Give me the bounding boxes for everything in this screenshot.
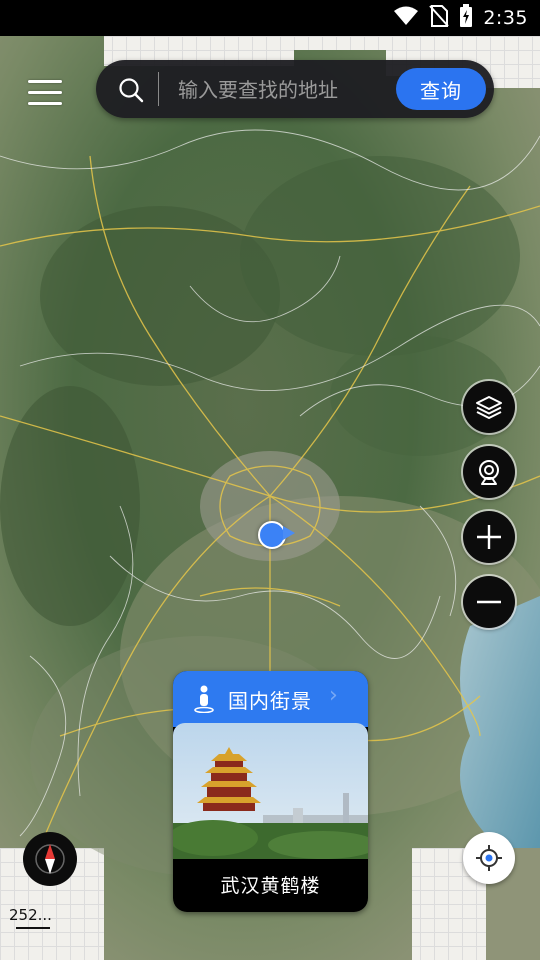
street-view-button[interactable] — [463, 446, 515, 498]
location-direction-icon — [283, 526, 295, 540]
current-location-marker — [258, 521, 286, 549]
street-view-card-header[interactable]: 国内街景 › — [173, 671, 368, 727]
wifi-icon — [393, 6, 419, 30]
locate-button[interactable] — [463, 832, 515, 884]
status-time: 2:35 — [483, 7, 528, 29]
menu-icon-line — [28, 102, 62, 105]
zoom-out-icon — [477, 600, 501, 604]
status-icons: 2:35 — [393, 4, 528, 32]
search-divider — [158, 72, 159, 106]
scale-label: 252... — [9, 906, 52, 924]
no-sim-icon — [429, 5, 450, 31]
street-view-card-title: 国内街景 — [228, 689, 312, 713]
menu-button[interactable] — [28, 80, 68, 108]
street-view-photo — [173, 723, 368, 859]
menu-icon-line — [28, 80, 62, 83]
status-bar: 2:35 — [0, 0, 540, 36]
zoom-in-icon — [477, 525, 501, 549]
menu-icon-line — [28, 91, 62, 94]
zoom-in-button[interactable] — [463, 511, 515, 563]
battery-charging-icon — [459, 4, 473, 32]
street-view-camera-icon — [479, 460, 499, 485]
layers-button[interactable] — [463, 381, 515, 433]
person-icon — [194, 685, 214, 713]
scale-bar — [16, 927, 50, 929]
chevron-right-icon: › — [329, 683, 338, 708]
search-input[interactable] — [176, 74, 380, 106]
query-button[interactable]: 查询 — [396, 68, 486, 110]
compass-icon — [35, 844, 65, 874]
compass-button[interactable] — [23, 832, 77, 886]
street-view-card[interactable]: 国内街景 › 武汉黄鹤楼 — [173, 671, 368, 912]
search-icon[interactable] — [118, 77, 144, 103]
street-view-card-caption: 武汉黄鹤楼 — [220, 875, 321, 897]
zoom-out-button[interactable] — [463, 576, 515, 628]
layers-icon — [476, 396, 502, 419]
locate-icon — [476, 845, 502, 871]
search-bar: 查询 — [96, 60, 494, 118]
